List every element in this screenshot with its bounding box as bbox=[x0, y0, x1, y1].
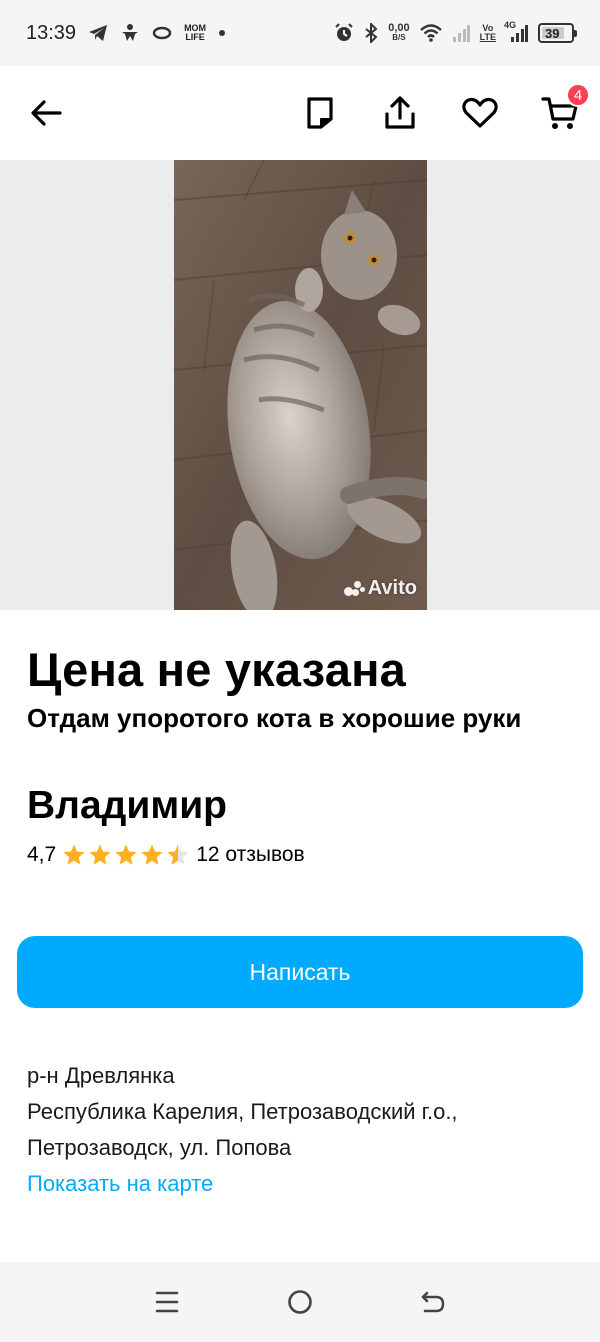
location-line1: Республика Карелия, Петрозаводский г.о., bbox=[27, 1099, 458, 1124]
battery-level: 39 bbox=[545, 25, 560, 41]
back-arrow-icon[interactable] bbox=[26, 93, 66, 133]
recent-apps-icon[interactable] bbox=[137, 1272, 197, 1332]
data-speed-value: 0,00 bbox=[388, 22, 410, 34]
location-block: р-н Древлянка Республика Карелия, Петроз… bbox=[27, 1058, 587, 1202]
back-nav-icon[interactable] bbox=[403, 1272, 463, 1332]
avito-logo-icon bbox=[343, 580, 366, 598]
favorite-heart-icon[interactable] bbox=[460, 93, 500, 133]
circle-app-icon bbox=[152, 26, 172, 40]
rating-value: 4,7 bbox=[27, 843, 57, 866]
note-icon[interactable] bbox=[300, 93, 340, 133]
write-message-button[interactable]: Написать bbox=[17, 936, 583, 1008]
status-right: 0,00 B/S Vo LTE 4G 39 bbox=[334, 20, 577, 43]
alarm-icon bbox=[334, 23, 354, 43]
show-on-map-link[interactable]: Показать на карте bbox=[27, 1166, 587, 1202]
momlife-bottom: LIFE bbox=[185, 32, 205, 42]
seller-name[interactable]: Владимир bbox=[27, 782, 577, 830]
location-district: р-н Древлянка bbox=[27, 1063, 175, 1088]
cat-photo-image bbox=[174, 160, 427, 610]
signal-4g-icon: 4G bbox=[504, 20, 528, 42]
listing-photo[interactable]: Avito bbox=[174, 160, 427, 610]
star-half-icon bbox=[167, 844, 189, 865]
bluetooth-icon bbox=[364, 23, 378, 43]
top-app-bar: 4 bbox=[0, 66, 600, 160]
status-time: 13:39 bbox=[26, 21, 77, 44]
home-icon[interactable] bbox=[270, 1272, 330, 1332]
telegram-icon bbox=[88, 24, 108, 42]
rating-stars bbox=[62, 843, 190, 867]
location-line2: Петрозаводск, ул. Попова bbox=[27, 1135, 292, 1160]
network-type: 4G bbox=[504, 20, 517, 30]
status-bar: 13:39 MOM LIFE 0,00 B/S Vo LTE 4G 39 bbox=[0, 0, 600, 66]
listing-content: Цена не указана Отдам упоротого кота в х… bbox=[27, 640, 577, 872]
star-full-icon bbox=[141, 844, 163, 865]
asterisk-app-icon bbox=[120, 23, 140, 43]
data-speed-unit: B/S bbox=[392, 33, 406, 42]
star-full-icon bbox=[63, 844, 85, 865]
status-left: 13:39 MOM LIFE bbox=[26, 22, 226, 45]
top-actions: 4 bbox=[300, 83, 590, 133]
listing-price: Цена не указана bbox=[27, 643, 406, 696]
volte-icon: Vo LTE bbox=[480, 24, 496, 42]
volte-bottom: LTE bbox=[479, 32, 496, 42]
star-full-icon bbox=[115, 844, 137, 865]
listing-title: Отдам упоротого кота в хорошие руки bbox=[27, 703, 522, 733]
photo-gallery[interactable]: Avito bbox=[0, 160, 600, 610]
seller-rating[interactable]: 4,7 12 отзывов bbox=[27, 838, 577, 872]
dot-icon bbox=[218, 29, 226, 37]
battery-icon: 39 bbox=[538, 23, 577, 43]
reviews-count: 12 отзывов bbox=[196, 843, 305, 866]
data-speed: 0,00 B/S bbox=[388, 22, 410, 43]
signal-weak-icon bbox=[452, 24, 470, 42]
avito-watermark: Avito bbox=[343, 577, 417, 600]
avito-watermark-text: Avito bbox=[367, 577, 417, 599]
momlife-app-icon: MOM LIFE bbox=[184, 24, 206, 42]
system-nav-bar bbox=[0, 1262, 600, 1342]
cart-icon[interactable]: 4 bbox=[540, 83, 590, 133]
share-icon[interactable] bbox=[380, 93, 420, 133]
cart-count-badge: 4 bbox=[566, 83, 590, 107]
wifi-icon bbox=[419, 24, 442, 42]
star-full-icon bbox=[89, 844, 111, 865]
